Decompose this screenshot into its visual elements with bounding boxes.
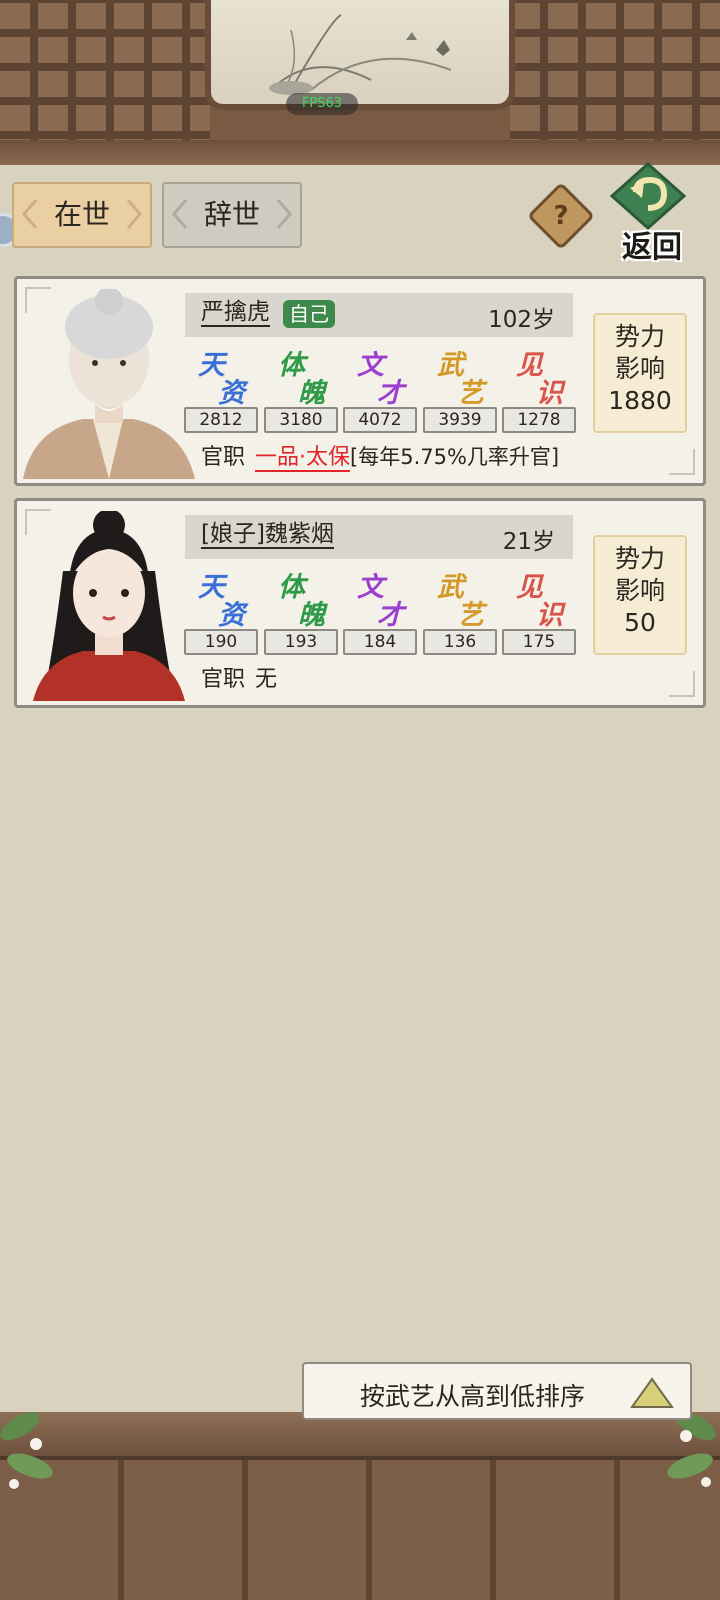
stat-literary-label: 文才 [357, 350, 404, 409]
stat-talent: 天资 2812 [184, 343, 258, 435]
member-age: 21岁 [502, 529, 555, 555]
stat-knowledge-label: 见识 [516, 572, 563, 631]
stat-literary-label: 文才 [357, 572, 404, 631]
stat-physique: 体魄 193 [264, 565, 338, 657]
member-age: 102岁 [488, 307, 555, 333]
flower-decoration-icon [0, 1412, 53, 1489]
stats-row: 天资 2812 体魄 3180 文才 4072 武艺 3939 见识 1278 [184, 343, 576, 435]
elder-portrait [23, 289, 195, 479]
stats-row: 天资 190 体魄 193 文才 184 武艺 136 见识 175 [184, 565, 576, 657]
top-decorative-frame [0, 0, 720, 165]
stat-literary: 文才 184 [343, 565, 417, 657]
influence-label-2: 影响 [614, 576, 665, 605]
stat-martial-value: 136 [423, 629, 497, 655]
sort-label: 按武艺从高到低排序 [360, 1382, 586, 1411]
question-icon: ? [553, 201, 569, 231]
stat-knowledge: 见识 1278 [502, 343, 576, 435]
stat-physique-label: 体魄 [278, 572, 325, 631]
name-bar: 严擒虎 自己 102岁 [185, 293, 573, 337]
chevron-right-icon [126, 199, 142, 229]
stat-physique-label: 体魄 [278, 350, 325, 409]
stat-martial: 武艺 136 [423, 565, 497, 657]
stat-physique: 体魄 3180 [264, 343, 338, 435]
name-bar: [娘子]魏紫烟 21岁 [185, 515, 573, 559]
stat-talent-value: 2812 [184, 407, 258, 433]
influence-label-1: 势力 [614, 322, 665, 351]
stat-knowledge-value: 175 [502, 629, 576, 655]
stat-literary-value: 184 [343, 629, 417, 655]
tab-deceased[interactable]: 辞世 [162, 182, 302, 248]
tab-deceased-label: 辞世 [203, 198, 260, 231]
chevron-left-icon [172, 199, 188, 229]
self-badge: 自己 [283, 300, 335, 328]
stat-literary-value: 4072 [343, 407, 417, 433]
influence-box: 势力 影响 1880 [593, 313, 687, 433]
stat-literary: 文才 4072 [343, 343, 417, 435]
stat-physique-value: 3180 [264, 407, 338, 433]
office-line: 官职无 [201, 661, 277, 693]
card-corner-ornament [669, 449, 695, 475]
stat-martial: 武艺 3939 [423, 343, 497, 435]
card-corner-ornament [669, 671, 695, 697]
tab-alive[interactable]: 在世 [12, 182, 152, 248]
sort-button[interactable]: 按武艺从高到低排序 [302, 1362, 692, 1420]
help-button[interactable]: ? [527, 182, 595, 250]
influence-box: 势力 影响 50 [593, 535, 687, 655]
family-member-card[interactable]: [娘子]魏紫烟 21岁 天资 190 体魄 193 文才 184 武艺 136 … [14, 498, 706, 708]
bottom-wooden-rail [0, 1412, 720, 1600]
back-button-label[interactable]: 返回 [612, 222, 692, 266]
member-name[interactable]: [娘子]魏紫烟 [201, 521, 334, 549]
influence-label-1: 势力 [614, 544, 665, 573]
stat-talent: 天资 190 [184, 565, 258, 657]
stat-martial-label: 武艺 [437, 350, 484, 409]
stat-knowledge-value: 1278 [502, 407, 576, 433]
chevron-right-icon [276, 199, 292, 229]
stat-talent-label: 天资 [198, 350, 245, 409]
office-label: 官职 [201, 445, 246, 470]
stat-knowledge-label: 见识 [516, 350, 563, 409]
office-label: 官职 [201, 667, 246, 692]
family-member-card[interactable]: 严擒虎 自己 102岁 天资 2812 体魄 3180 文才 4072 武艺 3… [14, 276, 706, 486]
influence-label-2: 影响 [614, 354, 665, 383]
influence-value: 50 [624, 608, 656, 637]
wife-portrait [33, 511, 185, 701]
promotion-chance: [每年5.75%几率升官] [350, 445, 560, 469]
orchid-painting [205, 0, 515, 110]
triangle-up-icon [630, 1377, 674, 1408]
chevron-left-icon [22, 199, 38, 229]
member-name[interactable]: 严擒虎 [201, 299, 270, 327]
stat-martial-label: 武艺 [437, 572, 484, 631]
stat-physique-value: 193 [264, 629, 338, 655]
orchid-illustration [269, 14, 452, 95]
stat-knowledge: 见识 175 [502, 565, 576, 657]
stat-martial-value: 3939 [423, 407, 497, 433]
office-line: 官职 一品·太保[每年5.75%几率升官] [201, 439, 560, 472]
influence-value: 1880 [608, 386, 672, 415]
office-rank: 无 [255, 667, 278, 692]
stat-talent-label: 天资 [198, 572, 245, 631]
stat-talent-value: 190 [184, 629, 258, 655]
tab-alive-label: 在世 [53, 198, 110, 231]
office-rank[interactable]: 一品·太保 [255, 445, 351, 472]
fps-counter: FPS63 [286, 93, 358, 115]
